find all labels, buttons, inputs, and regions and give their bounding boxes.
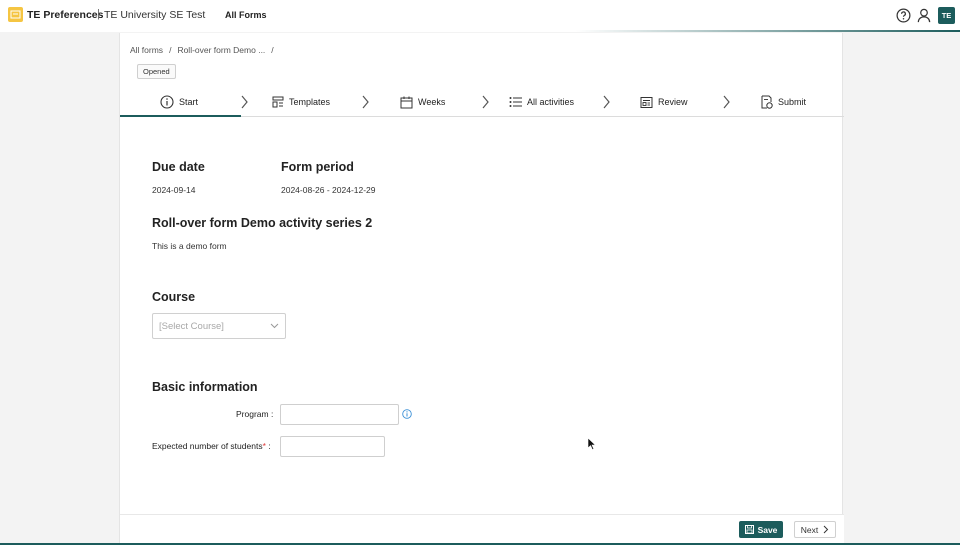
- step-label: Review: [658, 97, 688, 107]
- templates-icon: [272, 96, 284, 108]
- chevron-down-icon: [270, 323, 279, 329]
- basic-info-heading: Basic information: [152, 380, 258, 394]
- step-label: Start: [179, 97, 199, 107]
- step-label: Weeks: [418, 97, 446, 107]
- course-heading: Course: [152, 290, 196, 304]
- chevron-right-icon: [723, 95, 730, 109]
- step-templates[interactable]: Templates: [272, 87, 330, 117]
- due-date-label: Due date: [152, 160, 205, 174]
- step-label: Templates: [289, 97, 331, 107]
- info-circle-icon: [160, 95, 174, 109]
- step-submit[interactable]: Submit: [760, 87, 806, 117]
- chevron-right-icon: [362, 95, 369, 109]
- save-label: Save: [757, 524, 778, 535]
- course-placeholder: [Select Course]: [159, 320, 224, 332]
- nav-all-forms[interactable]: All Forms: [225, 10, 267, 20]
- app-logo-icon[interactable]: [8, 7, 23, 22]
- breadcrumb-separator: /: [271, 45, 274, 55]
- save-button[interactable]: Save: [739, 521, 783, 538]
- top-bar: TE Preferences | TE University SE Test A…: [0, 0, 960, 31]
- app-name: TE Preferences: [27, 9, 104, 21]
- save-icon: [744, 525, 754, 534]
- breadcrumb: All forms / Roll-over form Demo ... /: [130, 45, 274, 55]
- title-separator: |: [97, 8, 100, 20]
- status-badge: Opened: [137, 64, 176, 79]
- step-review[interactable]: Review: [640, 87, 688, 117]
- breadcrumb-form[interactable]: Roll-over form Demo ...: [177, 45, 265, 55]
- form-period-value: 2024-08-26 - 2024-12-29: [281, 185, 376, 195]
- expected-students-input[interactable]: [280, 436, 385, 457]
- user-icon[interactable]: [916, 7, 932, 23]
- form-title: Roll-over form Demo activity series 2: [152, 216, 373, 230]
- expected-students-label: Expected number of students* :: [152, 441, 271, 451]
- topbar-accent-line: [0, 30, 960, 32]
- program-label: Program :: [236, 409, 274, 419]
- program-input[interactable]: [280, 404, 399, 425]
- chevron-right-icon: [482, 95, 489, 109]
- next-button[interactable]: Next: [794, 521, 836, 538]
- chevron-right-icon: [603, 95, 610, 109]
- step-label: All activities: [527, 97, 575, 107]
- step-start[interactable]: Start: [160, 87, 198, 117]
- step-label: Submit: [778, 97, 807, 107]
- info-icon[interactable]: [402, 409, 412, 419]
- form-stepper: Start Templates Weeks All activities Rev…: [120, 87, 844, 117]
- active-step-indicator: [120, 115, 241, 117]
- next-label: Next: [800, 524, 819, 535]
- form-panel: All forms / Roll-over form Demo ... / Op…: [119, 33, 844, 545]
- label-colon: :: [265, 441, 271, 451]
- due-date-value: 2024-09-14: [152, 185, 196, 195]
- org-name: TE University SE Test: [104, 9, 206, 21]
- chevron-right-icon: [241, 95, 248, 109]
- submit-icon: [761, 95, 773, 109]
- expected-students-text: Expected number of students: [152, 441, 263, 451]
- mouse-cursor-icon: [587, 437, 597, 450]
- course-select[interactable]: [Select Course]: [152, 313, 286, 339]
- form-description: This is a demo form: [152, 241, 227, 251]
- help-icon[interactable]: [895, 7, 911, 23]
- avatar[interactable]: TE: [938, 7, 955, 24]
- footer-bar: [120, 514, 844, 545]
- breadcrumb-separator: /: [169, 45, 172, 55]
- calendar-icon: [400, 96, 413, 108]
- chevron-right-icon: [823, 525, 829, 534]
- breadcrumb-all-forms[interactable]: All forms: [130, 45, 163, 55]
- step-all-activities[interactable]: All activities: [509, 87, 574, 117]
- step-weeks[interactable]: Weeks: [400, 87, 445, 117]
- form-period-label: Form period: [281, 160, 354, 174]
- review-icon: [640, 96, 653, 108]
- list-icon: [509, 97, 522, 107]
